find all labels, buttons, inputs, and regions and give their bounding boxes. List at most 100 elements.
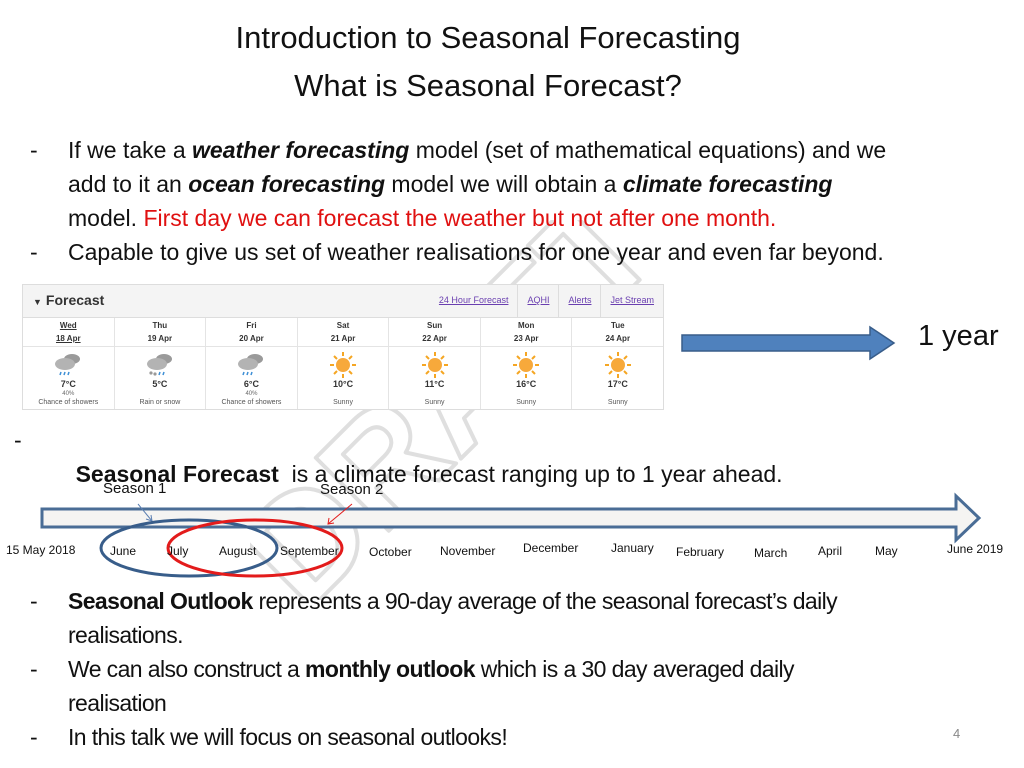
one-year-label: 1 year [918, 320, 999, 352]
forecast-day-name: Mon [517, 321, 535, 330]
text-run: add to it an [68, 171, 189, 197]
emphasis-weather-forecasting: weather forecasting [192, 137, 410, 163]
forecast-condition: Sunny [607, 399, 628, 406]
forecast-condition: Rain or snow [139, 399, 181, 406]
timeline-month-label: 15 May 2018 [6, 543, 76, 557]
page-number: 4 [953, 726, 961, 741]
tab-alerts[interactable]: Alerts [558, 285, 601, 317]
timeline-month-label: January [611, 541, 654, 555]
timeline-month-label: April [818, 544, 843, 558]
bullet-dash: - [30, 588, 38, 614]
timeline-month-label: May [875, 544, 898, 558]
text-run: model (set of mathematical equations) an… [409, 137, 887, 163]
forecast-day-date: 19 Apr [147, 334, 173, 343]
forecast-condition: Sunny [333, 399, 353, 406]
forecast-precip-chance [389, 390, 480, 398]
bullet-text: In this talk we will focus on seasonal o… [68, 724, 508, 750]
bullet-dash: - [30, 137, 38, 163]
forecast-day-date: 23 Apr [513, 334, 539, 343]
forecast-day-date: 24 Apr [605, 334, 631, 343]
forecast-day-name: Sat [336, 321, 350, 330]
forecast-condition: Sunny [516, 399, 537, 406]
rain-cloud-icon [23, 351, 114, 379]
forecast-day-date: 20 Apr [239, 334, 264, 343]
timeline-month-label: October [369, 545, 412, 559]
forecast-day-name: Thu [152, 321, 168, 330]
tab-jet-stream[interactable]: Jet Stream [600, 285, 663, 317]
text-run: represents a 90-day average of the seaso… [252, 588, 838, 614]
timeline-month-label: July [167, 544, 189, 558]
forecast-widget: ▼ Forecast 24 Hour Forecast AQHI Alerts J… [22, 284, 664, 410]
tab-aqhi[interactable]: AQHI [517, 285, 559, 317]
seasonal-forecast-bullet: - Seasonal Forecast is a climate forecas… [0, 423, 1024, 487]
forecast-days: Wed 18 Apr 7°C 40% Chance of showers Thu 19 Ap… [23, 318, 664, 409]
forecast-precip-chance [481, 390, 572, 398]
timeline-month-label: August [219, 544, 257, 558]
text-run: realisation [68, 690, 167, 716]
bullet-text: Capable to give us set of weather realis… [68, 239, 884, 265]
timeline-month-label: December [523, 541, 579, 555]
timeline-graphic [40, 492, 982, 578]
forecast-header: ▼ Forecast 24 Hour Forecast AQHI Alerts J… [23, 285, 663, 318]
text-run: If we take a [68, 137, 193, 163]
forecast-precip-chance [115, 390, 206, 398]
forecast-day[interactable]: Sat 21 Apr 10°C Sunny [297, 318, 390, 409]
emphasis-ocean-forecasting: ocean forecasting [188, 171, 386, 197]
caret-down-icon: ▼ [33, 297, 42, 307]
red-highlight-text: First day we can forecast the weather bu… [143, 205, 777, 231]
text-run: realisations. [68, 622, 184, 648]
forecast-day-name: Wed [59, 321, 77, 330]
bullet-dash: - [30, 239, 38, 265]
forecast-condition: Chance of showers [221, 399, 282, 406]
intro-bullet-1: - If we take a weather forecasting model… [0, 133, 1024, 235]
intro-bullet-2: - Capable to give us set of weather real… [0, 235, 1024, 269]
timeline-month-label: February [676, 545, 725, 559]
forecast-temperature: 11°C [424, 379, 445, 389]
forecast-day-name: Sun [427, 321, 443, 330]
forecast-temperature: 5°C [152, 379, 168, 389]
forecast-day[interactable]: Fri 20 Apr 6°C 40% Chance of showers [206, 318, 298, 409]
forecast-day[interactable]: Wed 18 Apr 7°C 40% Chance of showers [23, 318, 115, 409]
forecast-temperature: 16°C [516, 379, 537, 389]
timeline-month-label: November [440, 544, 496, 558]
sun-icon [389, 351, 480, 379]
forecast-precip-chance: 40% [62, 391, 75, 397]
forecast-day[interactable]: Thu 19 Apr 5°C Rain or snow [114, 318, 207, 409]
forecast-temperature: 7°C [60, 379, 76, 389]
forecast-condition: Chance of showers [38, 399, 99, 406]
timeline-month-label: March [754, 546, 788, 560]
bullet-text: If we take a weather forecasting model (… [68, 133, 1008, 235]
forecast-condition: Sunny [424, 399, 445, 406]
text-run: model. [68, 205, 144, 231]
forecast-day-date: 18 Apr [55, 334, 81, 343]
bullet-dash: - [14, 427, 22, 453]
timeline-month-label: September [280, 544, 339, 558]
tab-24-hour-forecast[interactable]: 24 Hour Forecast [429, 285, 518, 317]
forecast-day-date: 22 Apr [422, 334, 447, 343]
sun-icon [572, 351, 663, 379]
one-year-arrow [681, 325, 896, 361]
forecast-day[interactable]: Tue 24 Apr 17°C Sunny [572, 318, 664, 409]
forecast-title[interactable]: ▼ Forecast [33, 292, 104, 308]
forecast-precip-chance [298, 390, 389, 398]
forecast-tabs: 24 Hour Forecast AQHI Alerts Jet Stream [429, 285, 663, 317]
forecast-title-text: Forecast [45, 292, 105, 308]
forecast-day-date: 21 Apr [330, 334, 356, 343]
slide-title: Introduction to Seasonal Forecasting [235, 20, 741, 55]
forecast-temperature: 17°C [607, 379, 628, 389]
forecast-day[interactable]: Mon 23 Apr 16°C Sunny [480, 318, 573, 409]
text-run: which is a 30 day averaged daily [474, 656, 795, 682]
sun-icon [481, 351, 572, 379]
forecast-temperature: 6°C [243, 379, 259, 389]
timeline-month-label: June 2019 [947, 542, 1004, 556]
forecast-day[interactable]: Sun 22 Apr 11°C Sunny [389, 318, 481, 409]
emphasis-climate-forecasting: climate forecasting [622, 171, 833, 197]
forecast-day-name: Tue [610, 321, 625, 330]
timeline-month-label: June [110, 544, 137, 558]
forecast-precip-chance: 40% [245, 391, 258, 397]
forecast-temperature: 10°C [332, 379, 354, 389]
monthly-outlook-term: monthly outlook [305, 656, 475, 682]
rain-snow-cloud-icon [115, 351, 206, 379]
rain-cloud-icon [206, 351, 297, 379]
forecast-day-name: Fri [246, 321, 257, 330]
